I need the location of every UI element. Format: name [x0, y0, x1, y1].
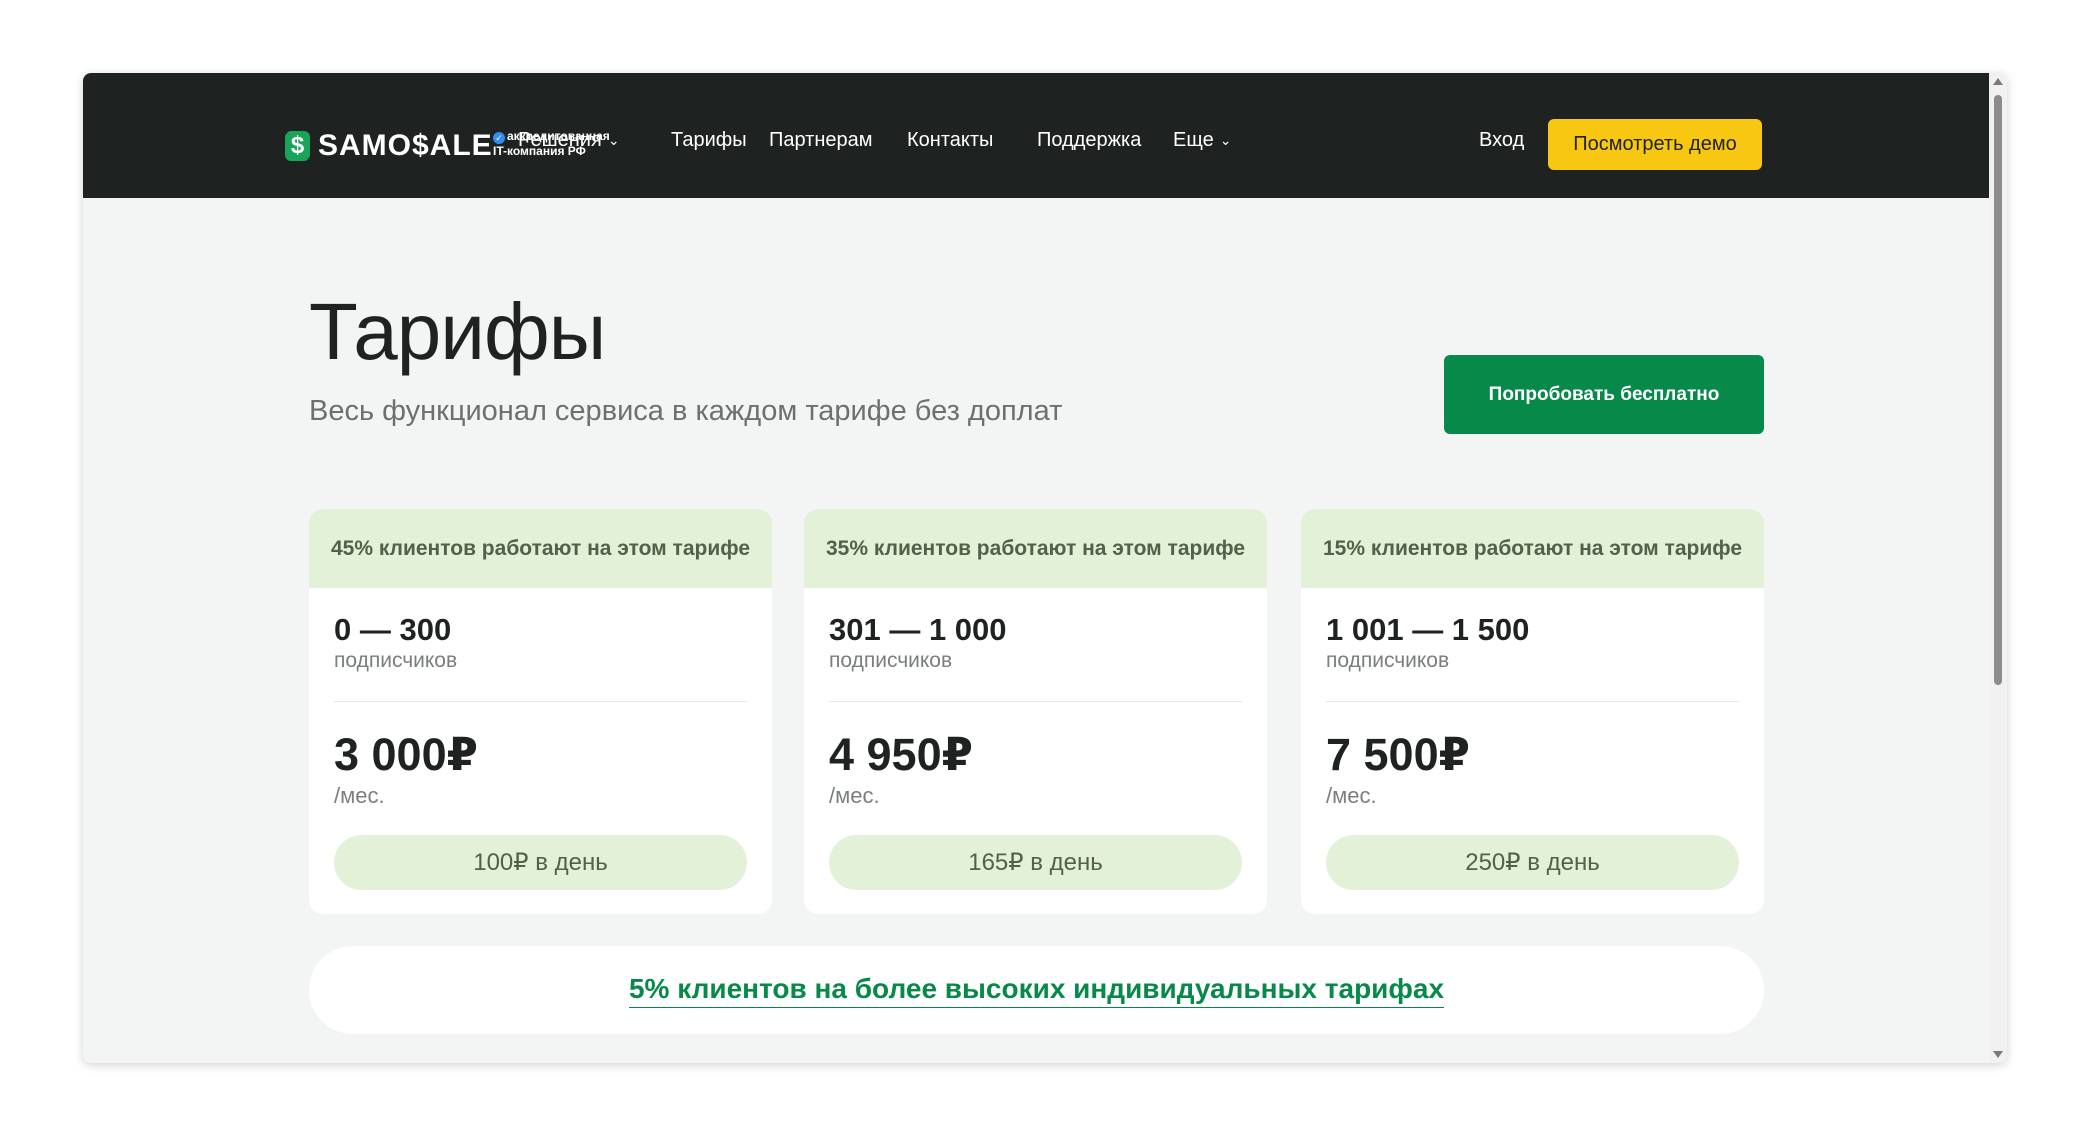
individual-plans-banner: 5% клиентов на более высоких индивидуаль… — [309, 946, 1764, 1034]
plan-per-day: 165₽ в день — [829, 835, 1242, 890]
plan-range-unit: подписчиков — [334, 649, 458, 672]
plan-period: /мес. — [829, 783, 880, 808]
scroll-down-arrow-icon[interactable] — [1993, 1051, 2003, 1058]
individual-plans-link[interactable]: 5% клиентов на более высоких индивидуаль… — [628, 973, 1445, 1008]
verified-check-icon: ✓ — [493, 132, 505, 144]
divider — [829, 701, 1242, 702]
plan-range-unit: подписчиков — [829, 649, 953, 672]
nav-label: Поддержка — [1037, 129, 1142, 151]
view-demo-button[interactable]: Посмотреть демо — [1548, 119, 1762, 170]
nav-item-support[interactable]: Поддержка — [1037, 129, 1141, 152]
site-header: $ SAMO$ALE ✓ аккредитованная IT-компания … — [83, 73, 1989, 198]
nav-label: Партнерам — [769, 129, 873, 151]
plan-period: /мес. — [1326, 783, 1377, 808]
logo-dollar-icon: $ — [285, 131, 310, 161]
plan-price: 4 950₽ — [829, 729, 973, 780]
divider — [1326, 701, 1739, 702]
plan-range: 0 — 300 — [334, 612, 452, 647]
nav-label: Контакты — [907, 129, 994, 151]
plan-share: 35% клиентов работают на этом тарифе — [804, 509, 1267, 588]
plan-per-day: 100₽ в день — [334, 835, 747, 890]
nav-label: Еще — [1173, 129, 1214, 151]
login-link[interactable]: Вход — [1479, 129, 1524, 152]
nav-label: Тарифы — [671, 129, 747, 151]
logo-text: SAMO$ALE — [318, 129, 493, 162]
plan-per-day: 250₽ в день — [1326, 835, 1739, 890]
page-subtitle: Весь функционал сервиса в каждом тарифе … — [309, 395, 1063, 427]
nav-label: Решения — [518, 129, 602, 151]
scrollbar-thumb[interactable] — [1994, 95, 2002, 685]
plan-share: 15% клиентов работают на этом тарифе — [1301, 509, 1764, 588]
plan-card: 35% клиентов работают на этом тарифе 301… — [804, 509, 1267, 914]
nav-item-partners[interactable]: Партнерам — [769, 129, 873, 152]
vertical-scrollbar[interactable] — [1989, 73, 2007, 1063]
plan-range: 301 — 1 000 — [829, 612, 1007, 647]
page-title: Тарифы — [309, 287, 606, 376]
plan-card: 45% клиентов работают на этом тарифе 0 —… — [309, 509, 772, 914]
plan-range-unit: подписчиков — [1326, 649, 1450, 672]
nav-item-contacts[interactable]: Контакты — [907, 129, 993, 152]
plan-price: 7 500₽ — [1326, 729, 1470, 780]
browser-window: $ SAMO$ALE ✓ аккредитованная IT-компания … — [83, 73, 2007, 1063]
plan-range: 1 001 — 1 500 — [1326, 612, 1530, 647]
scroll-up-arrow-icon[interactable] — [1993, 78, 2003, 85]
nav-item-solutions[interactable]: Решения ⌄ — [518, 129, 620, 152]
nav-item-tariffs[interactable]: Тарифы — [671, 129, 747, 152]
chevron-down-icon: ⌄ — [607, 132, 620, 148]
plan-share: 45% клиентов работают на этом тарифе — [309, 509, 772, 588]
plan-price: 3 000₽ — [334, 729, 478, 780]
plan-card: 15% клиентов работают на этом тарифе 1 0… — [1301, 509, 1764, 914]
plan-period: /мес. — [334, 783, 385, 808]
divider — [334, 701, 747, 702]
logo[interactable]: $ SAMO$ALE — [285, 129, 493, 163]
chevron-down-icon: ⌄ — [1219, 132, 1232, 148]
try-free-button[interactable]: Попробовать бесплатно — [1444, 355, 1764, 434]
nav-item-more[interactable]: Еще ⌄ — [1173, 129, 1231, 152]
